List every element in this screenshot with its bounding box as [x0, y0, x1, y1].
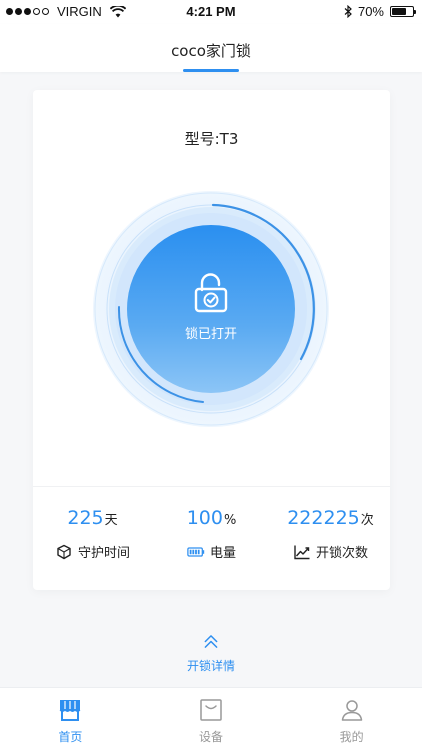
tab-device[interactable]: 设备: [141, 688, 282, 750]
trend-chart-icon: [294, 545, 310, 559]
guard-time-value: 225: [67, 507, 104, 529]
unlock-detail-label: 开锁详情: [186, 659, 235, 673]
card-divider: [33, 486, 390, 487]
bluetooth-icon: [344, 5, 352, 18]
battery-icon: [390, 6, 416, 17]
unlock-count-value: 222225: [287, 507, 360, 529]
home-icon: [59, 700, 81, 721]
battery-icon: [187, 546, 205, 557]
shield-icon: [57, 544, 71, 559]
guard-time-unit: 天: [104, 513, 118, 528]
stat-battery: 100% 电量: [152, 506, 271, 561]
stat-guard-time: 225天 守护时间: [33, 506, 152, 561]
nav-header: coco家门锁: [0, 24, 422, 72]
title-underline: [183, 69, 239, 72]
lock-card: 型号:T3 锁已打开 225天 守护时间 100% 电量 222225次 开锁次…: [33, 90, 390, 590]
device-model: 型号:T3: [184, 130, 239, 148]
device-icon: [200, 699, 222, 721]
stat-unlock-count: 222225次 开锁次数: [271, 506, 390, 561]
unlocked-padlock-icon: [194, 272, 228, 312]
guard-time-label: 守护时间: [77, 546, 130, 561]
double-chevron-up-icon: [204, 635, 218, 648]
lock-toggle-button[interactable]: 锁已打开: [127, 225, 295, 393]
battery-percent: 70%: [357, 4, 384, 19]
unlock-count-label: 开锁次数: [315, 546, 368, 561]
page-title: coco家门锁: [171, 42, 251, 60]
tab-home-label: 首页: [58, 730, 83, 744]
battery-level-label: 电量: [209, 546, 236, 561]
user-icon: [341, 700, 362, 721]
battery-level-value: 100: [186, 507, 223, 529]
status-right: 70%: [344, 4, 416, 19]
tab-mine[interactable]: 我的: [281, 688, 422, 750]
tab-device-label: 设备: [199, 730, 224, 744]
status-bar: VIRGIN 4:21 PM 70%: [0, 0, 422, 24]
tab-bar: 首页 设备 我的: [0, 687, 422, 750]
unlock-detail-link[interactable]: 开锁详情: [161, 634, 261, 674]
battery-level-unit: %: [223, 513, 237, 528]
unlock-count-unit: 次: [360, 513, 374, 528]
tab-home[interactable]: 首页: [0, 688, 141, 750]
battery-fill: [392, 8, 406, 15]
stats-row: 225天 守护时间 100% 电量 222225次 开锁次数: [33, 506, 390, 561]
lock-status-label: 锁已打开: [184, 326, 237, 342]
lock-control: 锁已打开: [91, 189, 331, 429]
tab-mine-label: 我的: [339, 730, 364, 744]
